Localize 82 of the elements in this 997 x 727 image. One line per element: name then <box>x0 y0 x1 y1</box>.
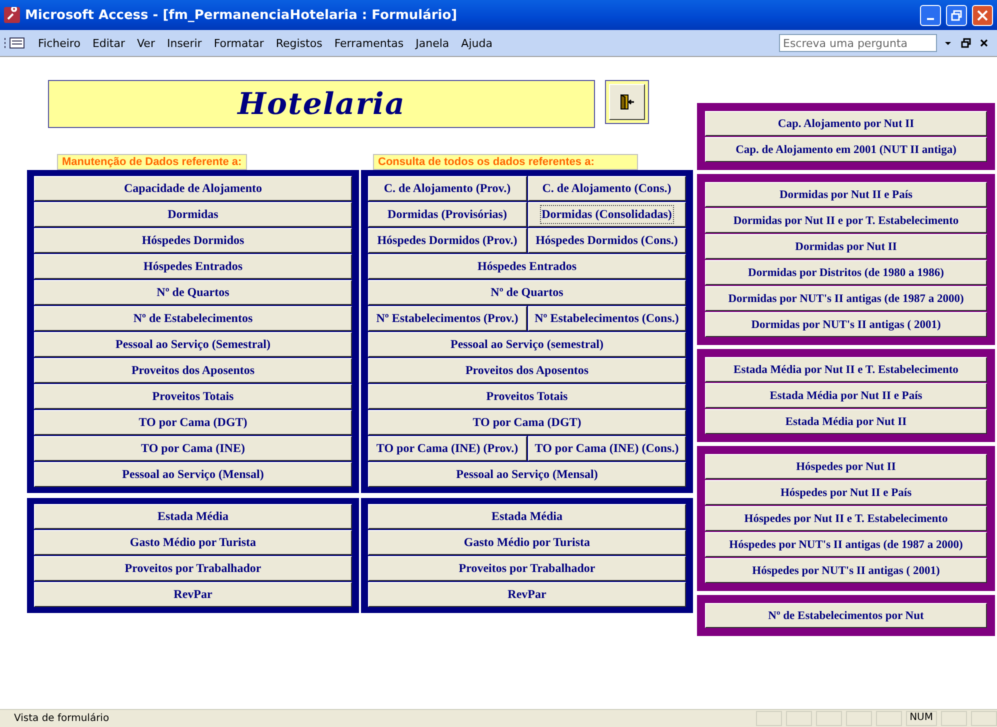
form-icon[interactable] <box>4 37 26 49</box>
form-button[interactable]: Dormidas <box>34 202 352 227</box>
key-icon <box>4 7 20 23</box>
form-button[interactable]: Pessoal ao Serviço (Semestral) <box>34 332 352 357</box>
form-button[interactable]: Estada Média <box>368 504 686 529</box>
form-button[interactable]: Hóspedes Dormidos (Prov.) <box>368 228 526 253</box>
status-text: Vista de formulário <box>14 713 110 724</box>
menu-item[interactable]: Registos <box>270 34 328 52</box>
restore-icon[interactable] <box>961 38 971 48</box>
form-button[interactable]: Dormidas por Nut II e País <box>705 182 987 207</box>
form-button[interactable]: Hóspedes Entrados <box>368 254 686 279</box>
menu-item[interactable]: Ajuda <box>455 34 498 52</box>
form-button[interactable]: Hóspedes por NUT's II antigas (de 1987 a 2000) <box>705 532 987 557</box>
form-button[interactable]: Proveitos Totais <box>34 384 352 409</box>
form-button[interactable]: Hóspedes por Nut II <box>705 454 987 479</box>
close-button[interactable] <box>972 4 993 26</box>
form-button[interactable]: Proveitos dos Aposentos <box>34 358 352 383</box>
section-label: Manutenção de Dados referente a: <box>57 154 247 170</box>
form-button[interactable]: Dormidas (Consolidadas) <box>528 202 686 227</box>
form-button[interactable]: Dormidas por NUT's II antigas (de 1987 a 2000) <box>705 286 987 311</box>
restore-button[interactable] <box>946 4 967 26</box>
form-button[interactable]: TO por Cama (INE) (Cons.) <box>528 436 686 461</box>
restore-icon <box>951 10 962 20</box>
close-icon[interactable] <box>979 38 989 48</box>
form-button[interactable]: Hóspedes Dormidos (Cons.) <box>528 228 686 253</box>
form-button[interactable]: Proveitos Totais <box>368 384 686 409</box>
form-button[interactable]: Nº Estabelecimentos (Prov.) <box>368 306 526 331</box>
form-button[interactable]: Hóspedes por NUT's II antigas ( 2001) <box>705 558 987 583</box>
form-button[interactable]: Hóspedes por Nut II e País <box>705 480 987 505</box>
form-button[interactable]: Nº de Quartos <box>34 280 352 305</box>
form-button[interactable]: Dormidas por Nut II <box>705 234 987 259</box>
close-icon <box>977 10 988 20</box>
form-button[interactable]: C. de Alojamento (Cons.) <box>528 176 686 201</box>
form-button[interactable]: C. de Alojamento (Prov.) <box>368 176 526 201</box>
menu-item[interactable]: Editar <box>86 34 132 52</box>
minimize-button[interactable] <box>920 4 941 26</box>
section-label: Consulta de todos os dados referentes a: <box>373 154 638 170</box>
form-button[interactable]: Nº Estabelecimentos (Cons.) <box>528 306 686 331</box>
door-arrow-icon <box>619 94 635 110</box>
form-button[interactable]: Pessoal ao Serviço (Mensal) <box>34 462 352 487</box>
form-title: Hotelaria <box>48 80 595 128</box>
form-button[interactable]: Estada Média <box>34 504 352 529</box>
form-button[interactable]: Dormidas por Nut II e por T. Estabelecimento <box>705 208 987 233</box>
form-button[interactable]: Estada Média por Nut II e T. Estabelecimento <box>705 357 987 382</box>
menu-item[interactable]: Ver <box>131 34 161 52</box>
form-button[interactable]: Dormidas (Provisórias) <box>368 202 526 227</box>
window-title: Microsoft Access - [fm_PermanenciaHotelaria : Formulário] <box>25 8 458 22</box>
form-button[interactable]: TO por Cama (DGT) <box>368 410 686 435</box>
minimize-icon <box>927 18 934 20</box>
form-button[interactable]: Cap. Alojamento por Nut II <box>705 111 987 136</box>
form-button[interactable]: Dormidas por Distritos (de 1980 a 1986) <box>705 260 987 285</box>
form-button[interactable]: Hóspedes Entrados <box>34 254 352 279</box>
form-button[interactable]: Cap. de Alojamento em 2001 (NUT II antiga) <box>705 137 987 162</box>
form-button[interactable]: RevPar <box>34 582 352 607</box>
form-button[interactable]: Proveitos por Trabalhador <box>34 556 352 581</box>
menu-item[interactable]: Ficheiro <box>32 34 86 52</box>
form-button[interactable]: Proveitos por Trabalhador <box>368 556 686 581</box>
form-button[interactable]: Pessoal ao Serviço (semestral) <box>368 332 686 357</box>
form-button[interactable]: Dormidas por NUT's II antigas ( 2001) <box>705 312 987 337</box>
form-button[interactable]: Gasto Médio por Turista <box>368 530 686 555</box>
form-button[interactable]: Nº de Estabelecimentos <box>34 306 352 331</box>
menu-item[interactable]: Janela <box>410 34 456 52</box>
form-button[interactable]: Gasto Médio por Turista <box>34 530 352 555</box>
form-button[interactable]: Estada Média por Nut II <box>705 409 987 434</box>
form-button[interactable]: TO por Cama (DGT) <box>34 410 352 435</box>
form-button[interactable]: Hóspedes por Nut II e T. Estabelecimento <box>705 506 987 531</box>
form-button[interactable]: Hóspedes Dormidos <box>34 228 352 253</box>
form-button[interactable]: Proveitos dos Aposentos <box>368 358 686 383</box>
form-button[interactable]: TO por Cama (INE) <box>34 436 352 461</box>
num-lock-indicator: NUM <box>906 711 937 726</box>
help-search-field[interactable]: Escreva uma pergunta <box>779 34 937 52</box>
menu-item[interactable]: Formatar <box>208 34 270 52</box>
form-button[interactable]: Capacidade de Alojamento <box>34 176 352 201</box>
form-button[interactable]: Pessoal ao Serviço (Mensal) <box>368 462 686 487</box>
exit-button[interactable] <box>609 84 645 120</box>
form-button[interactable]: RevPar <box>368 582 686 607</box>
form-button[interactable]: TO por Cama (INE) (Prov.) <box>368 436 526 461</box>
form-button[interactable]: Nº de Quartos <box>368 280 686 305</box>
form-button[interactable]: Estada Média por Nut II e País <box>705 383 987 408</box>
menu-item[interactable]: Ferramentas <box>328 34 410 52</box>
form-button[interactable]: Nº de Estabelecimentos por Nut <box>705 603 987 628</box>
menu-item[interactable]: Inserir <box>160 34 208 52</box>
